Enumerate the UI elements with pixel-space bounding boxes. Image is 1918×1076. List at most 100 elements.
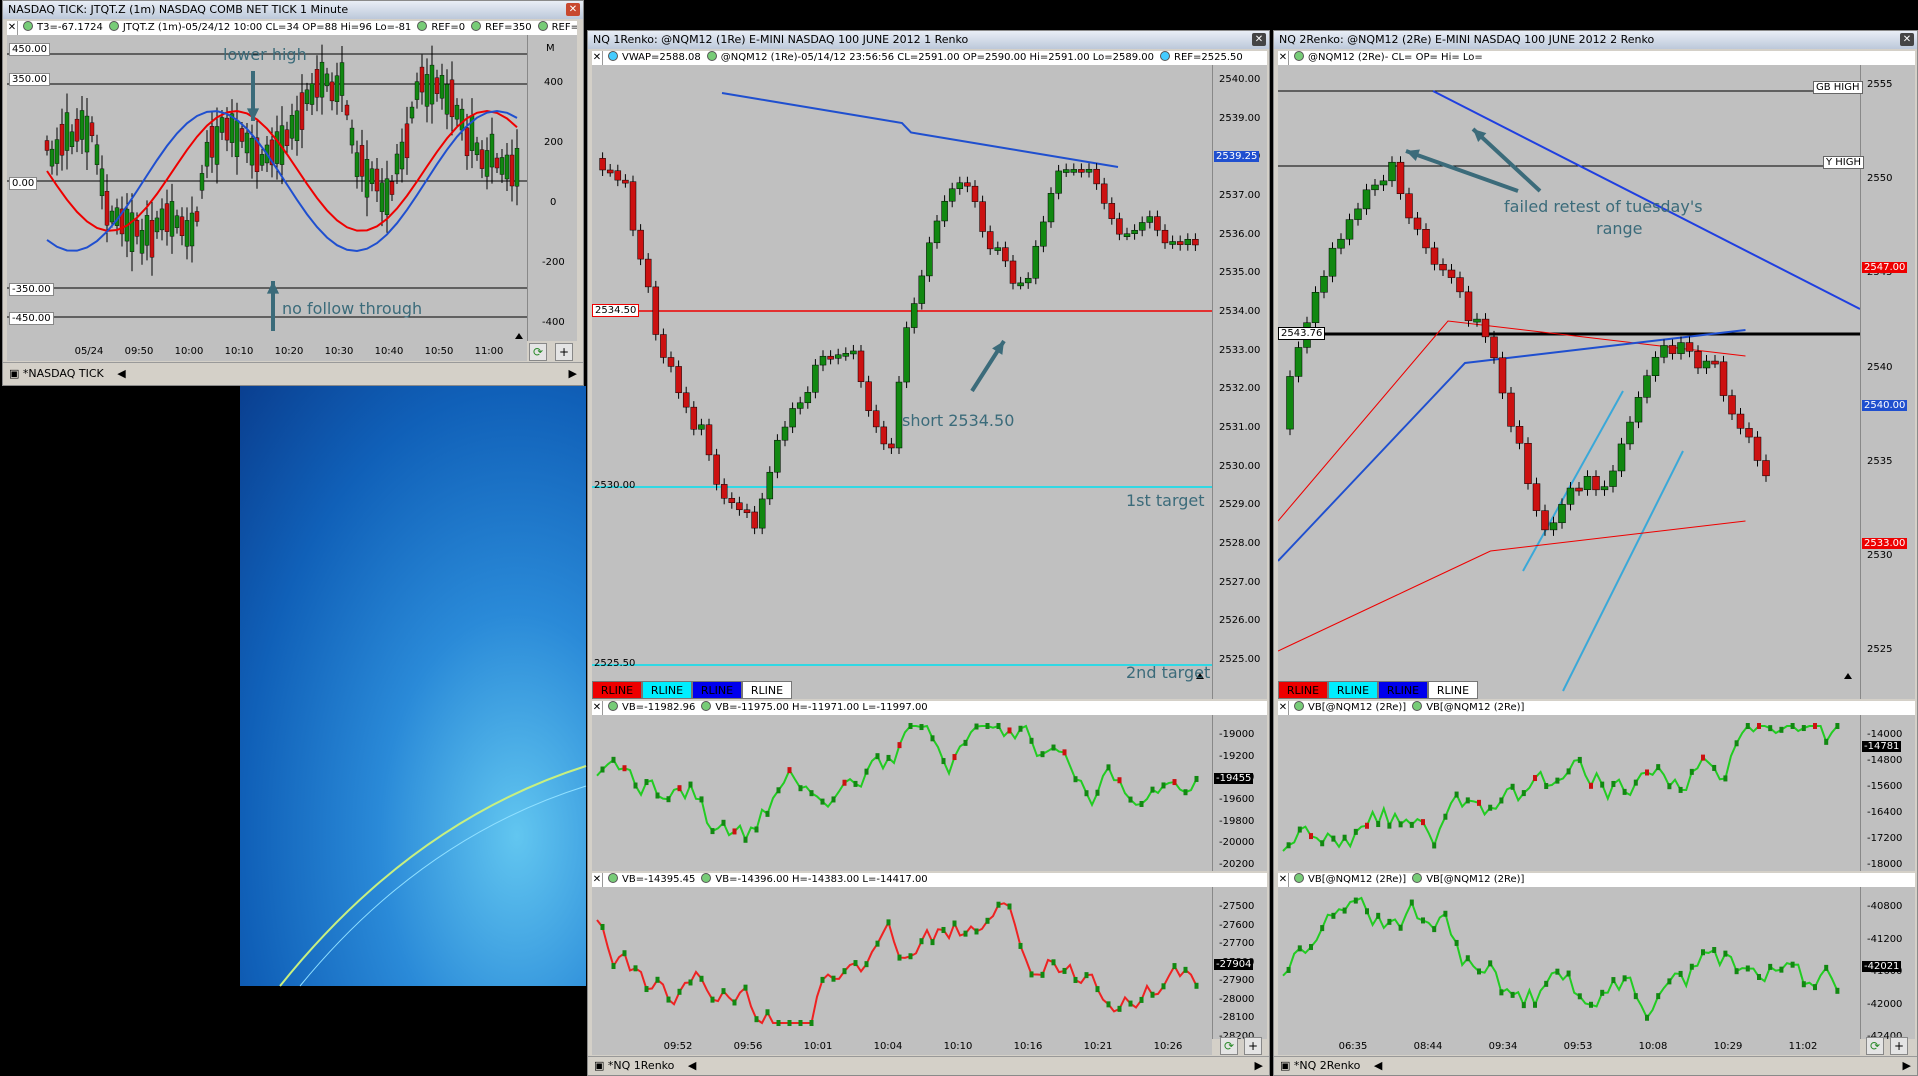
annotation-failed-retest: failed retest of tuesday's <box>1504 197 1703 216</box>
vb-brick <box>1051 959 1056 966</box>
vb-brick <box>600 923 605 930</box>
scroll-right-icon[interactable]: ▶ <box>1903 1057 1911 1075</box>
tab-bar: ▣ *NASDAQ TICK ◀ ▶ <box>3 362 583 385</box>
axis-tick: 2534.00 <box>1219 306 1261 317</box>
vb-brick <box>1477 799 1481 806</box>
rline-cyan-button[interactable]: RLINE <box>1328 681 1378 699</box>
add-icon[interactable]: + <box>555 343 573 361</box>
scroll-left-icon[interactable]: ◀ <box>688 1059 696 1072</box>
close-icon[interactable]: ✕ <box>1900 33 1914 46</box>
vwap-line <box>1278 329 1746 562</box>
tick-candle <box>174 215 180 228</box>
renko-brick <box>986 231 994 250</box>
vb-brick <box>1409 821 1414 828</box>
vb-brick <box>1465 797 1470 804</box>
vb-brick <box>688 781 693 788</box>
vb-brick <box>677 988 682 995</box>
tab-nq-2renko[interactable]: ▣ *NQ 2Renko <box>1280 1059 1360 1072</box>
tick-candle <box>44 140 50 151</box>
vb-brick <box>1286 842 1291 849</box>
add-icon[interactable]: + <box>1890 1037 1908 1055</box>
vb-brick <box>886 919 891 926</box>
vb-brick <box>1835 723 1840 729</box>
scroll-right-icon[interactable]: ▶ <box>569 363 577 385</box>
vb-brick <box>1533 1001 1537 1008</box>
scroll-left-icon[interactable]: ◀ <box>1374 1059 1382 1072</box>
renko-brick <box>956 182 964 190</box>
renko-brick <box>964 182 971 187</box>
vb-brick <box>1499 989 1504 996</box>
rline-red-button[interactable]: RLINE <box>1278 681 1328 699</box>
time-label: 10:16 <box>1013 1041 1043 1052</box>
tick-candle <box>204 141 210 167</box>
renko-brick <box>903 327 910 383</box>
renko-brick <box>796 402 804 409</box>
vb-brick <box>985 917 990 924</box>
rline-blue-button[interactable]: RLINE <box>1378 681 1428 699</box>
scroll-right-icon[interactable]: ▶ <box>1255 1057 1263 1075</box>
tick-candle <box>309 83 315 105</box>
axis-tick: 2536.00 <box>1219 228 1261 240</box>
renko-brick <box>1711 360 1719 365</box>
renko-brick <box>1609 470 1617 487</box>
vb-brick <box>1712 946 1717 953</box>
rline-blue-button[interactable]: RLINE <box>692 681 742 699</box>
renko-brick <box>1592 476 1600 491</box>
rline-white-button[interactable]: RLINE <box>1428 681 1478 699</box>
axis-tick: -27700 <box>1219 938 1255 950</box>
window-titlebar[interactable]: NASDAQ TICK: JTQT.Z (1m) NASDAQ COMB NET… <box>3 1 583 19</box>
vb-brick <box>1745 723 1750 729</box>
tab-nq-1renko[interactable]: ▣ *NQ 1Renko <box>594 1059 674 1072</box>
price-pane[interactable]: ✕ T3=-67.1724 JTQT.Z (1m)-05/24/12 10:00 C… <box>7 21 577 341</box>
window-titlebar[interactable]: NQ 2Renko: @NQM12 (2Re) E-MINI NASDAQ 10… <box>1274 31 1917 49</box>
refresh-icon[interactable]: ⟳ <box>1866 1037 1884 1055</box>
volume-balance-pane-2[interactable]: ✕ VB[@NQM12 (2Re)] VB[@NQM12 (2Re)] -40800… <box>1278 873 1915 1039</box>
time-axis: 09:52 09:56 10:01 10:04 10:10 10:16 10:2… <box>592 1039 1212 1055</box>
close-icon[interactable]: ✕ <box>566 3 580 16</box>
renko-brick <box>1062 169 1070 173</box>
tab-nasdaq-tick[interactable]: ▣ *NASDAQ TICK <box>9 367 104 380</box>
nq-2renko-window[interactable]: NQ 2Renko: @NQM12 (2Re) E-MINI NASDAQ 10… <box>1273 30 1918 1076</box>
renko-brick <box>1413 217 1422 230</box>
axis-tick: -400 <box>542 317 565 328</box>
vb-brick <box>633 965 638 972</box>
tick-candle <box>189 212 195 247</box>
annotation-second-target: 2nd target <box>1126 663 1211 682</box>
refresh-icon[interactable]: ⟳ <box>529 343 547 361</box>
vb-brick <box>842 968 847 975</box>
tick-candle <box>164 203 170 232</box>
vb-brick <box>831 975 836 982</box>
price-axis: M 400 200 0 -200 -400 <box>527 35 577 341</box>
rline-red-button[interactable]: RLINE <box>592 681 642 699</box>
add-icon[interactable]: + <box>1244 1037 1262 1055</box>
vb-brick <box>1813 984 1817 991</box>
rline-cyan-button[interactable]: RLINE <box>642 681 692 699</box>
renko-brick <box>1575 487 1583 492</box>
time-label: 10:29 <box>1713 1041 1743 1052</box>
scroll-left-icon[interactable]: ◀ <box>117 367 125 380</box>
tick-candle <box>359 145 365 177</box>
window-titlebar[interactable]: NQ 1Renko: @NQM12 (1Re) E-MINI NASDAQ 10… <box>588 31 1269 49</box>
renko-brick <box>1032 245 1040 279</box>
tick-chart-window[interactable]: NASDAQ TICK: JTQT.Z (1m) NASDAQ COMB NET… <box>2 0 584 386</box>
price-pane[interactable]: ✕ VWAP=2588.08 @NQM12 (1Re)-05/14/12 23:56… <box>592 51 1267 699</box>
volume-balance-pane-1[interactable]: ✕ VB[@NQM12 (2Re)] VB[@NQM12 (2Re)] -14000… <box>1278 701 1915 871</box>
time-label: 09:34 <box>1488 1041 1518 1052</box>
renko-brick <box>667 357 675 367</box>
vb-brick <box>1510 783 1515 790</box>
vb-brick <box>765 810 770 817</box>
refresh-icon[interactable]: ⟳ <box>1220 1037 1238 1055</box>
volume-balance-pane-1[interactable]: ✕ VB=-11982.96 VB=-11975.00 H=-11971.00 L=… <box>592 701 1267 871</box>
tick-candle <box>94 144 100 165</box>
price-pane[interactable]: ✕ @NQM12 (2Re)- CL= OP= Hi= Lo= 2555 2550 2… <box>1278 51 1915 699</box>
renko-brick <box>1070 169 1078 173</box>
vb-brick <box>1432 842 1437 849</box>
vb-brick <box>1521 790 1526 797</box>
rline-white-button[interactable]: RLINE <box>742 681 792 699</box>
close-icon[interactable]: ✕ <box>1252 33 1266 46</box>
renko-brick <box>941 200 948 222</box>
volume-balance-pane-2[interactable]: ✕ VB=-14395.45 VB=-14396.00 H=-14383.00 L=… <box>592 873 1267 1039</box>
vb-brick <box>710 828 715 835</box>
vb-brick <box>1051 744 1056 751</box>
nq-1renko-window[interactable]: NQ 1Renko: @NQM12 (1Re) E-MINI NASDAQ 10… <box>587 30 1270 1076</box>
